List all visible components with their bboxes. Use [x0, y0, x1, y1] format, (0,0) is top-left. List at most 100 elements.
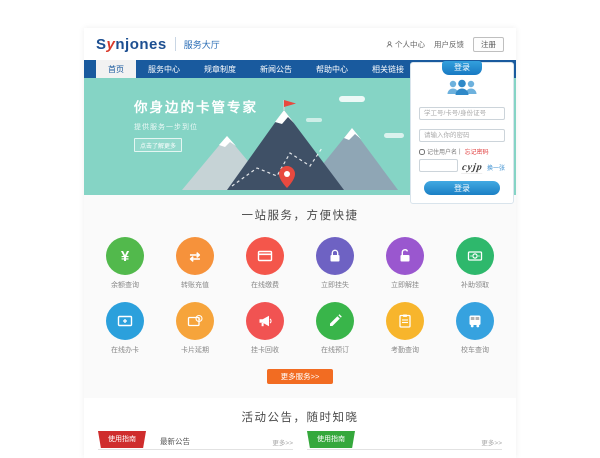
captcha-image[interactable]: cyjp — [461, 162, 483, 174]
service-item-card-extension: 卡片延期 — [160, 302, 230, 355]
clipboard-icon — [397, 313, 413, 329]
password-input[interactable] — [419, 129, 505, 142]
hero-title: 你身边的卡管专家 — [134, 96, 258, 116]
remember-label: 记住用户名 — [427, 147, 457, 156]
service-item-attendance-query: 考勤查询 — [370, 302, 440, 355]
right-ribbon-tab[interactable]: 使用指南 — [307, 431, 355, 448]
remember-checkbox[interactable] — [419, 149, 425, 155]
user-feedback-link[interactable]: 用户反馈 — [434, 39, 464, 50]
right-column-header: 使用指南 更多>> — [307, 434, 502, 450]
login-tab[interactable]: 登录 — [442, 61, 482, 75]
service-button-online-payment[interactable] — [246, 237, 284, 275]
site-subtitle: 服务大厅 — [175, 37, 220, 51]
captcha-row: cyjp 换一张 — [419, 159, 505, 176]
user-icon — [386, 41, 393, 48]
service-label: 校车查询 — [440, 345, 510, 355]
service-item-transfer-recharge: ⇄ 转账充值 — [160, 237, 230, 290]
announcement-column-right: 使用指南 更多>> — [307, 434, 502, 450]
service-label: 补助领取 — [440, 280, 510, 290]
service-item-report-loss: 立即挂失 — [300, 237, 370, 290]
service-button-online-card-apply[interactable] — [106, 302, 144, 340]
service-label: 卡片延期 — [160, 345, 230, 355]
service-button-report-loss[interactable] — [316, 237, 354, 275]
service-label: 转账充值 — [160, 280, 230, 290]
service-item-online-booking: 在线预订 — [300, 302, 370, 355]
service-item-online-card-apply: 在线办卡 — [90, 302, 160, 355]
captcha-refresh-link[interactable]: 换一张 — [487, 163, 505, 172]
nav-item-service-center[interactable]: 服务中心 — [136, 60, 192, 78]
service-label: 在线办卡 — [90, 345, 160, 355]
nav-item-rules[interactable]: 规章制度 — [192, 60, 248, 78]
lock-icon — [327, 248, 343, 264]
service-button-cancel-loss[interactable] — [386, 237, 424, 275]
announcement-columns: 使用指南 最新公告 更多>> 使用指南 更多>> — [98, 434, 502, 450]
left-more-link[interactable]: 更多>> — [272, 437, 293, 447]
forgot-password-link[interactable]: 忘记密码 — [465, 147, 489, 156]
payment-card-icon — [257, 248, 273, 264]
service-label: 考勤查询 — [370, 345, 440, 355]
card-clock-icon — [187, 313, 203, 329]
personal-center-label: 个人中心 — [395, 39, 425, 50]
divider: | — [459, 149, 461, 155]
account-input[interactable] — [419, 107, 505, 120]
service-button-online-booking[interactable] — [316, 302, 354, 340]
services-section: 一站服务，方便快捷 ¥ 余额查询 ⇄ 转账充值在线缴费立即挂失立即解挂补助领取在线办卡… — [84, 195, 516, 398]
brand-pre: S — [96, 36, 107, 53]
service-item-cancel-loss: 立即解挂 — [370, 237, 440, 290]
personal-center-link[interactable]: 个人中心 — [386, 39, 425, 50]
service-item-balance-inquiry: ¥ 余额查询 — [90, 237, 160, 290]
captcha-input[interactable] — [419, 159, 458, 172]
service-label: 挂卡回收 — [230, 345, 300, 355]
service-button-balance-inquiry[interactable]: ¥ — [106, 237, 144, 275]
service-item-online-payment: 在线缴费 — [230, 237, 300, 290]
header-right: 个人中心 用户反馈 注册 — [386, 37, 504, 52]
service-label: 在线缴费 — [230, 280, 300, 290]
site-container: Synjones 服务大厅 个人中心 用户反馈 注册 首页服务中心规章制度新闻公… — [84, 28, 516, 458]
announcement-column-left: 使用指南 最新公告 更多>> — [98, 434, 293, 450]
service-label: 立即挂失 — [300, 280, 370, 290]
register-button[interactable]: 注册 — [473, 37, 504, 52]
service-button-card-extension[interactable] — [176, 302, 214, 340]
left-column-header: 使用指南 最新公告 更多>> — [98, 434, 293, 450]
unlock-icon — [397, 248, 413, 264]
transfer-icon: ⇄ — [190, 250, 201, 263]
new-card-icon — [117, 313, 133, 329]
more-services-button[interactable]: 更多服务>> — [267, 369, 333, 384]
hero-copy: 你身边的卡管专家 提供服务一步到位 点击了解更多 — [134, 96, 258, 153]
service-button-card-recycle[interactable] — [246, 302, 284, 340]
service-button-attendance-query[interactable] — [386, 302, 424, 340]
right-more-link[interactable]: 更多>> — [481, 437, 502, 447]
bus-icon — [467, 313, 483, 329]
brand-post: njones — [115, 36, 166, 53]
service-item-subsidy-collect: 补助领取 — [440, 237, 510, 290]
nav-item-news[interactable]: 新闻公告 — [248, 60, 304, 78]
service-label: 在线预订 — [300, 345, 370, 355]
service-item-school-bus-query: 校车查询 — [440, 302, 510, 355]
remember-row: 记住用户名 | 忘记密码 — [419, 147, 505, 156]
latest-announcements-tab[interactable]: 最新公告 — [160, 436, 190, 447]
nav-items: 首页服务中心规章制度新闻公告帮助中心相关链接 — [96, 60, 416, 78]
pencil-icon — [327, 313, 343, 329]
megaphone-icon — [257, 313, 273, 329]
services-title: 一站服务，方便快捷 — [84, 207, 516, 223]
hero-cta-button[interactable]: 点击了解更多 — [134, 138, 182, 152]
hero-subtitle: 提供服务一步到位 — [134, 122, 258, 132]
users-group-icon — [445, 78, 479, 97]
service-button-subsidy-collect[interactable] — [456, 237, 494, 275]
service-label: 余额查询 — [90, 280, 160, 290]
service-button-transfer-recharge[interactable]: ⇄ — [176, 237, 214, 275]
brand-logo[interactable]: Synjones — [96, 36, 167, 53]
services-grid: ¥ 余额查询 ⇄ 转账充值在线缴费立即挂失立即解挂补助领取在线办卡卡片延期挂卡回收在线… — [84, 237, 516, 355]
user-feedback-label: 用户反馈 — [434, 39, 464, 50]
announcements-title: 活动公告，随时知晓 — [98, 409, 502, 425]
nav-item-home[interactable]: 首页 — [96, 60, 136, 78]
login-panel: 登录 记住用户名 | 忘记密码 cyjp 换一张 登录 — [410, 62, 514, 204]
left-ribbon-tab[interactable]: 使用指南 — [98, 431, 146, 448]
service-button-school-bus-query[interactable] — [456, 302, 494, 340]
login-submit-button[interactable]: 登录 — [424, 181, 500, 195]
nav-item-help-center[interactable]: 帮助中心 — [304, 60, 360, 78]
service-label: 立即解挂 — [370, 280, 440, 290]
yen-icon: ¥ — [121, 249, 129, 264]
banknote-icon — [467, 248, 483, 264]
nav-item-related-links[interactable]: 相关链接 — [360, 60, 416, 78]
